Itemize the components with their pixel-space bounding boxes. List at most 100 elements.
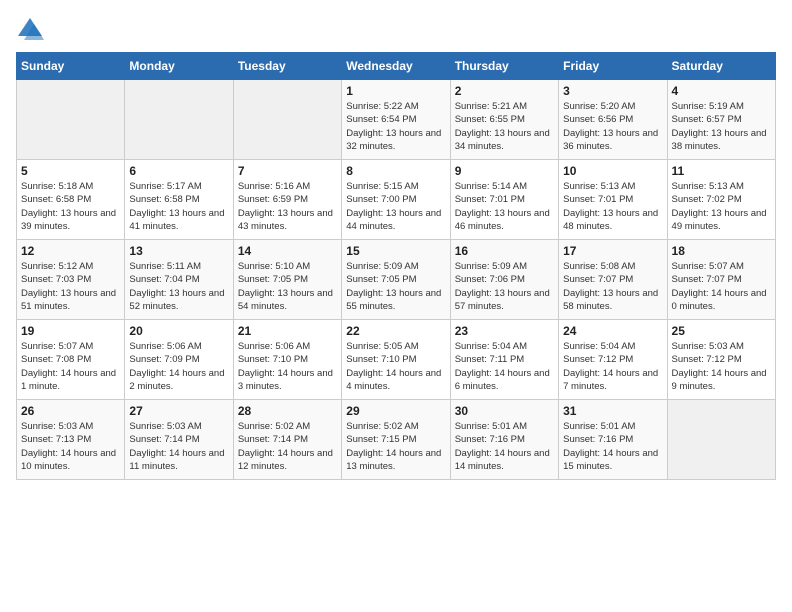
day-number: 12 bbox=[21, 244, 120, 258]
calendar-cell: 18 Sunrise: 5:07 AMSunset: 7:07 PMDayligh… bbox=[667, 240, 775, 320]
logo bbox=[16, 16, 48, 44]
day-number: 26 bbox=[21, 404, 120, 418]
weekday-header: Tuesday bbox=[233, 53, 341, 80]
calendar-cell: 13 Sunrise: 5:11 AMSunset: 7:04 PMDayligh… bbox=[125, 240, 233, 320]
cell-content: Sunrise: 5:02 AMSunset: 7:15 PMDaylight:… bbox=[346, 420, 445, 473]
calendar-cell: 7 Sunrise: 5:16 AMSunset: 6:59 PMDaylight… bbox=[233, 160, 341, 240]
day-number: 4 bbox=[672, 84, 771, 98]
calendar-cell: 9 Sunrise: 5:14 AMSunset: 7:01 PMDaylight… bbox=[450, 160, 558, 240]
cell-content: Sunrise: 5:14 AMSunset: 7:01 PMDaylight:… bbox=[455, 180, 554, 233]
calendar-cell: 15 Sunrise: 5:09 AMSunset: 7:05 PMDayligh… bbox=[342, 240, 450, 320]
calendar-cell: 14 Sunrise: 5:10 AMSunset: 7:05 PMDayligh… bbox=[233, 240, 341, 320]
calendar-cell: 21Sunrise: 5:06 AMSunset: 7:10 PMDayligh… bbox=[233, 320, 341, 400]
day-number: 28 bbox=[238, 404, 337, 418]
calendar-cell bbox=[17, 80, 125, 160]
calendar-cell: 10 Sunrise: 5:13 AMSunset: 7:01 PMDayligh… bbox=[559, 160, 667, 240]
calendar-cell: 22Sunrise: 5:05 AMSunset: 7:10 PMDayligh… bbox=[342, 320, 450, 400]
calendar-cell: 5Sunrise: 5:18 AMSunset: 6:58 PMDaylight… bbox=[17, 160, 125, 240]
page-header bbox=[16, 16, 776, 44]
calendar-cell: 28Sunrise: 5:02 AMSunset: 7:14 PMDayligh… bbox=[233, 400, 341, 480]
cell-content: Sunrise: 5:06 AMSunset: 7:10 PMDaylight:… bbox=[238, 340, 337, 393]
calendar-week-row: 19Sunrise: 5:07 AMSunset: 7:08 PMDayligh… bbox=[17, 320, 776, 400]
day-number: 6 bbox=[129, 164, 228, 178]
day-number: 16 bbox=[455, 244, 554, 258]
calendar-cell: 11Sunrise: 5:13 AMSunset: 7:02 PMDayligh… bbox=[667, 160, 775, 240]
weekday-header: Thursday bbox=[450, 53, 558, 80]
cell-content: Sunrise: 5:03 AMSunset: 7:12 PMDaylight:… bbox=[672, 340, 771, 393]
calendar-week-row: 1 Sunrise: 5:22 AMSunset: 6:54 PMDaylight… bbox=[17, 80, 776, 160]
day-number: 27 bbox=[129, 404, 228, 418]
weekday-header: Wednesday bbox=[342, 53, 450, 80]
cell-content: Sunrise: 5:21 AMSunset: 6:55 PMDaylight:… bbox=[455, 100, 554, 153]
cell-content: Sunrise: 5:04 AMSunset: 7:12 PMDaylight:… bbox=[563, 340, 662, 393]
calendar-header: SundayMondayTuesdayWednesdayThursdayFrid… bbox=[17, 53, 776, 80]
cell-content: Sunrise: 5:22 AMSunset: 6:54 PMDaylight:… bbox=[346, 100, 445, 153]
calendar-cell: 3 Sunrise: 5:20 AMSunset: 6:56 PMDaylight… bbox=[559, 80, 667, 160]
day-number: 14 bbox=[238, 244, 337, 258]
day-number: 29 bbox=[346, 404, 445, 418]
cell-content: Sunrise: 5:16 AMSunset: 6:59 PMDaylight:… bbox=[238, 180, 337, 233]
calendar-cell: 12Sunrise: 5:12 AMSunset: 7:03 PMDayligh… bbox=[17, 240, 125, 320]
cell-content: Sunrise: 5:10 AMSunset: 7:05 PMDaylight:… bbox=[238, 260, 337, 313]
calendar-cell: 31Sunrise: 5:01 AMSunset: 7:16 PMDayligh… bbox=[559, 400, 667, 480]
calendar-cell: 24 Sunrise: 5:04 AMSunset: 7:12 PMDayligh… bbox=[559, 320, 667, 400]
day-number: 10 bbox=[563, 164, 662, 178]
calendar-body: 1 Sunrise: 5:22 AMSunset: 6:54 PMDaylight… bbox=[17, 80, 776, 480]
weekday-header: Friday bbox=[559, 53, 667, 80]
day-number: 23 bbox=[455, 324, 554, 338]
calendar-week-row: 26 Sunrise: 5:03 AMSunset: 7:13 PMDayligh… bbox=[17, 400, 776, 480]
cell-content: Sunrise: 5:01 AMSunset: 7:16 PMDaylight:… bbox=[455, 420, 554, 473]
weekday-header: Monday bbox=[125, 53, 233, 80]
day-number: 22 bbox=[346, 324, 445, 338]
cell-content: Sunrise: 5:07 AMSunset: 7:08 PMDaylight:… bbox=[21, 340, 120, 393]
cell-content: Sunrise: 5:01 AMSunset: 7:16 PMDaylight:… bbox=[563, 420, 662, 473]
calendar-cell: 20Sunrise: 5:06 AMSunset: 7:09 PMDayligh… bbox=[125, 320, 233, 400]
cell-content: Sunrise: 5:13 AMSunset: 7:01 PMDaylight:… bbox=[563, 180, 662, 233]
day-number: 13 bbox=[129, 244, 228, 258]
calendar-cell bbox=[125, 80, 233, 160]
cell-content: Sunrise: 5:04 AMSunset: 7:11 PMDaylight:… bbox=[455, 340, 554, 393]
cell-content: Sunrise: 5:09 AMSunset: 7:06 PMDaylight:… bbox=[455, 260, 554, 313]
weekday-header: Saturday bbox=[667, 53, 775, 80]
cell-content: Sunrise: 5:20 AMSunset: 6:56 PMDaylight:… bbox=[563, 100, 662, 153]
cell-content: Sunrise: 5:11 AMSunset: 7:04 PMDaylight:… bbox=[129, 260, 228, 313]
logo-icon bbox=[16, 16, 44, 44]
calendar-cell: 27Sunrise: 5:03 AMSunset: 7:14 PMDayligh… bbox=[125, 400, 233, 480]
weekday-header: Sunday bbox=[17, 53, 125, 80]
calendar-cell: 25Sunrise: 5:03 AMSunset: 7:12 PMDayligh… bbox=[667, 320, 775, 400]
calendar-cell: 19Sunrise: 5:07 AMSunset: 7:08 PMDayligh… bbox=[17, 320, 125, 400]
day-number: 8 bbox=[346, 164, 445, 178]
calendar-table: SundayMondayTuesdayWednesdayThursdayFrid… bbox=[16, 52, 776, 480]
calendar-cell: 2 Sunrise: 5:21 AMSunset: 6:55 PMDaylight… bbox=[450, 80, 558, 160]
day-number: 20 bbox=[129, 324, 228, 338]
weekday-row: SundayMondayTuesdayWednesdayThursdayFrid… bbox=[17, 53, 776, 80]
calendar-cell: 16 Sunrise: 5:09 AMSunset: 7:06 PMDayligh… bbox=[450, 240, 558, 320]
day-number: 24 bbox=[563, 324, 662, 338]
calendar-cell: 4Sunrise: 5:19 AMSunset: 6:57 PMDaylight… bbox=[667, 80, 775, 160]
calendar-cell bbox=[667, 400, 775, 480]
day-number: 2 bbox=[455, 84, 554, 98]
calendar-cell: 30 Sunrise: 5:01 AMSunset: 7:16 PMDayligh… bbox=[450, 400, 558, 480]
cell-content: Sunrise: 5:03 AMSunset: 7:13 PMDaylight:… bbox=[21, 420, 120, 473]
calendar-cell: 29 Sunrise: 5:02 AMSunset: 7:15 PMDayligh… bbox=[342, 400, 450, 480]
day-number: 30 bbox=[455, 404, 554, 418]
cell-content: Sunrise: 5:07 AMSunset: 7:07 PMDaylight:… bbox=[672, 260, 771, 313]
day-number: 18 bbox=[672, 244, 771, 258]
calendar-week-row: 5Sunrise: 5:18 AMSunset: 6:58 PMDaylight… bbox=[17, 160, 776, 240]
day-number: 7 bbox=[238, 164, 337, 178]
day-number: 1 bbox=[346, 84, 445, 98]
day-number: 3 bbox=[563, 84, 662, 98]
calendar-cell bbox=[233, 80, 341, 160]
calendar-cell: 23 Sunrise: 5:04 AMSunset: 7:11 PMDayligh… bbox=[450, 320, 558, 400]
calendar-week-row: 12Sunrise: 5:12 AMSunset: 7:03 PMDayligh… bbox=[17, 240, 776, 320]
cell-content: Sunrise: 5:17 AMSunset: 6:58 PMDaylight:… bbox=[129, 180, 228, 233]
calendar-cell: 26 Sunrise: 5:03 AMSunset: 7:13 PMDayligh… bbox=[17, 400, 125, 480]
cell-content: Sunrise: 5:08 AMSunset: 7:07 PMDaylight:… bbox=[563, 260, 662, 313]
day-number: 15 bbox=[346, 244, 445, 258]
cell-content: Sunrise: 5:09 AMSunset: 7:05 PMDaylight:… bbox=[346, 260, 445, 313]
cell-content: Sunrise: 5:18 AMSunset: 6:58 PMDaylight:… bbox=[21, 180, 120, 233]
calendar-cell: 17 Sunrise: 5:08 AMSunset: 7:07 PMDayligh… bbox=[559, 240, 667, 320]
day-number: 17 bbox=[563, 244, 662, 258]
calendar-cell: 8Sunrise: 5:15 AMSunset: 7:00 PMDaylight… bbox=[342, 160, 450, 240]
day-number: 9 bbox=[455, 164, 554, 178]
